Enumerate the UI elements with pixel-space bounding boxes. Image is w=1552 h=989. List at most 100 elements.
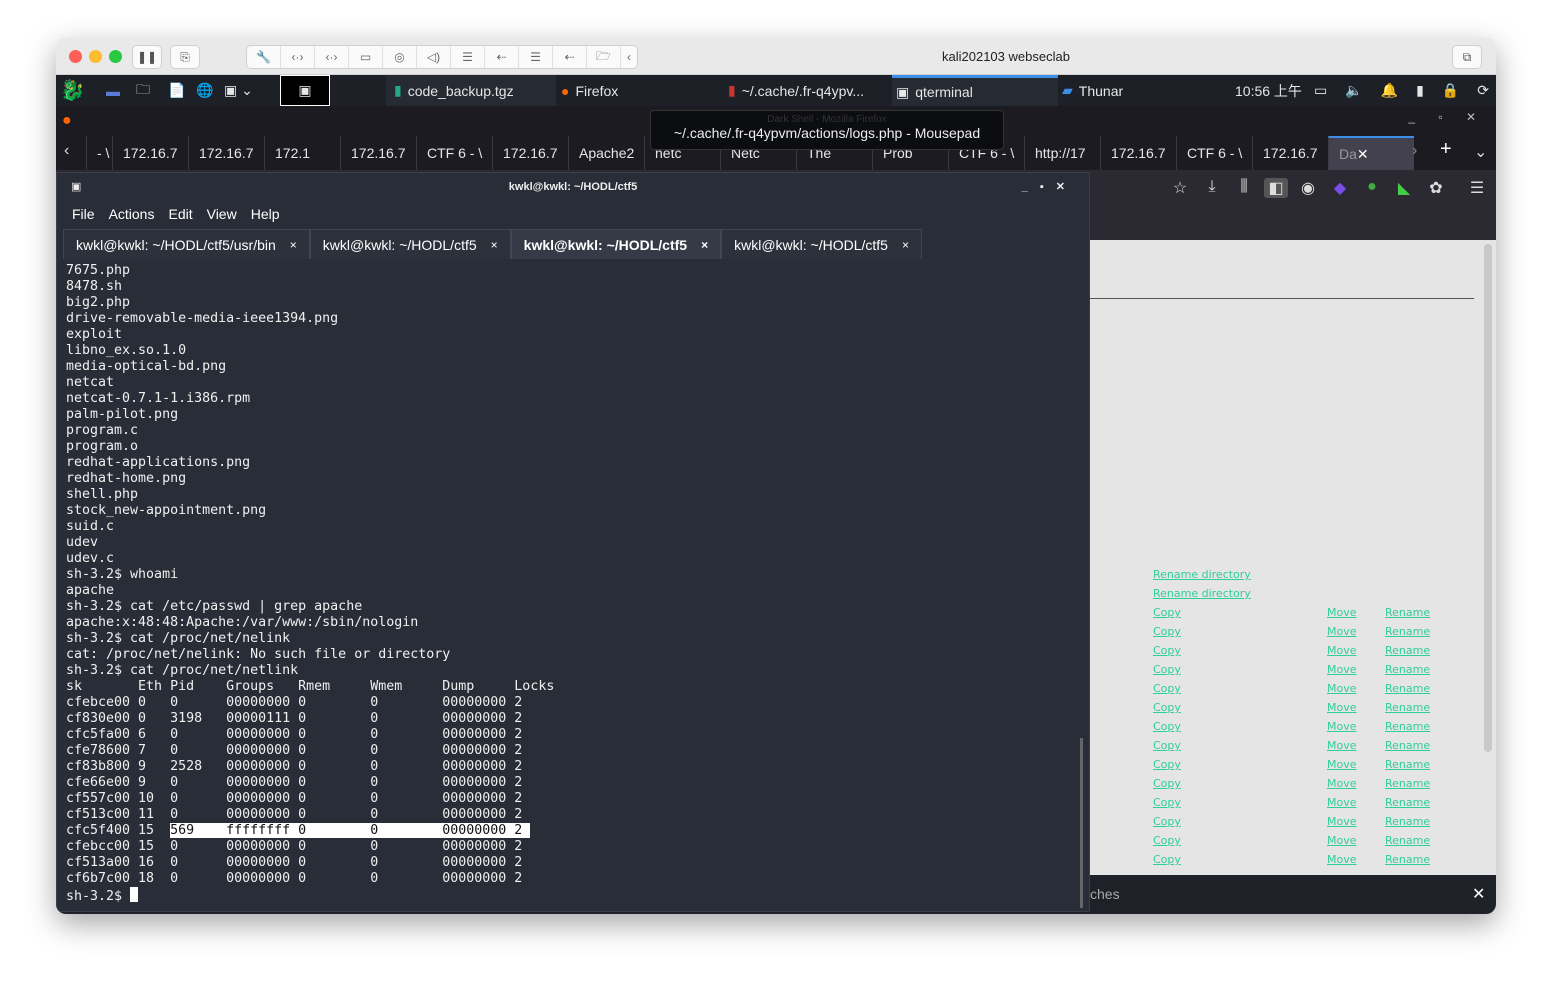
library-icon[interactable]: ⫼: [1232, 178, 1256, 196]
link[interactable]: Copy: [1153, 815, 1181, 828]
link[interactable]: Move: [1327, 777, 1357, 790]
link[interactable]: Rename: [1385, 834, 1430, 847]
task-code-backup[interactable]: ▮ code_backup.tgz: [386, 75, 556, 106]
sound-icon[interactable]: ◁): [417, 46, 451, 68]
browser-tab[interactable]: 172.16.7: [112, 136, 188, 170]
link[interactable]: Rename: [1385, 796, 1430, 809]
link[interactable]: Move: [1327, 834, 1357, 847]
link[interactable]: Rename: [1385, 625, 1430, 638]
menu-edit[interactable]: Edit: [168, 206, 192, 222]
link[interactable]: Rename directory: [1153, 587, 1251, 600]
terminal-tab[interactable]: kwkl@kwkl: ~/HODL/ctf5 ×: [309, 229, 511, 259]
clock[interactable]: 10:56 上午: [1235, 75, 1302, 106]
browser-tab[interactable]: CTF 6 - \: [1176, 136, 1252, 170]
usb-icon[interactable]: ⇠: [553, 46, 587, 68]
snapshot-icon[interactable]: ⎘: [170, 45, 200, 69]
selected-text[interactable]: 569 ffffffff 0 0 00000000 2: [170, 823, 531, 838]
extension-icon[interactable]: ✿: [1424, 178, 1448, 198]
logout-icon[interactable]: ⟳: [1477, 82, 1489, 99]
sidebar-icon[interactable]: ◧: [1264, 178, 1288, 198]
terminal-tab[interactable]: kwkl@kwkl: ~/HODL/ctf5 ×: [510, 229, 722, 259]
storage-icon[interactable]: ☰: [519, 46, 553, 68]
browser-tab[interactable]: 172.16.7: [188, 136, 264, 170]
task-qterminal[interactable]: ▣ qterminal: [892, 75, 1058, 106]
task-thunar[interactable]: ▰ Thunar: [1062, 75, 1123, 106]
link[interactable]: Copy: [1153, 796, 1181, 809]
link[interactable]: Move: [1327, 720, 1357, 733]
minimize-button[interactable]: [89, 50, 102, 63]
maximize-button[interactable]: [109, 50, 122, 63]
extension-icon[interactable]: ●: [1360, 178, 1384, 196]
close-button[interactable]: [69, 50, 82, 63]
files-icon[interactable]: 🗀: [136, 75, 150, 106]
link[interactable]: Rename: [1385, 815, 1430, 828]
browser-tab[interactable]: Da ✕: [1328, 136, 1414, 170]
link[interactable]: Move: [1327, 796, 1357, 809]
display-icon[interactable]: ▭: [1314, 82, 1327, 99]
link[interactable]: Move: [1327, 758, 1357, 771]
camera-icon[interactable]: ◎: [383, 46, 417, 68]
link[interactable]: Rename: [1385, 777, 1430, 790]
browser-tab[interactable]: 172.16.7: [1100, 136, 1176, 170]
link[interactable]: Move: [1327, 815, 1357, 828]
wrench-icon[interactable]: 🔧: [247, 46, 281, 68]
scrollbar[interactable]: [1484, 244, 1492, 752]
link[interactable]: Rename: [1385, 663, 1430, 676]
window-controls[interactable]: _▪✕: [1022, 173, 1077, 201]
browser-tab[interactable]: 172.16.7: [1252, 136, 1324, 170]
volume-icon[interactable]: 🔈: [1345, 82, 1362, 99]
link[interactable]: Copy: [1153, 758, 1181, 771]
close-icon[interactable]: ✕: [1472, 884, 1485, 904]
fullscreen-icon[interactable]: ⧉: [1452, 45, 1482, 69]
link[interactable]: Copy: [1153, 606, 1181, 619]
link[interactable]: Copy: [1153, 720, 1181, 733]
close-tab-icon[interactable]: ✕: [1357, 146, 1369, 163]
link[interactable]: Copy: [1153, 644, 1181, 657]
download-icon[interactable]: ⤓: [1200, 178, 1224, 196]
link[interactable]: Copy: [1153, 834, 1181, 847]
task-firefox[interactable]: ● Firefox: [561, 75, 618, 106]
window-controls[interactable]: _ ▫ ✕: [1408, 110, 1486, 124]
close-tab-icon[interactable]: ×: [491, 238, 498, 252]
folder-share-icon[interactable]: 🗁: [587, 46, 621, 68]
link[interactable]: Move: [1327, 606, 1357, 619]
close-tab-icon[interactable]: ×: [701, 238, 708, 252]
link[interactable]: Rename: [1385, 720, 1430, 733]
link[interactable]: Copy: [1153, 701, 1181, 714]
kali-menu-icon[interactable]: 🐉: [60, 75, 85, 106]
link[interactable]: Copy: [1153, 777, 1181, 790]
link[interactable]: Rename: [1385, 701, 1430, 714]
link[interactable]: Move: [1327, 701, 1357, 714]
pause-icon[interactable]: ❚❚: [132, 45, 162, 69]
link[interactable]: Copy: [1153, 682, 1181, 695]
browser-tab[interactable]: 172.1: [264, 136, 340, 170]
chevron-left-icon[interactable]: ‹: [621, 46, 637, 68]
code-icon[interactable]: ‹·›: [315, 46, 349, 68]
link[interactable]: Move: [1327, 853, 1357, 866]
usb-icon[interactable]: ⇠: [485, 46, 519, 68]
close-tab-icon[interactable]: ×: [902, 238, 909, 252]
link[interactable]: Move: [1327, 644, 1357, 657]
link[interactable]: Copy: [1153, 663, 1181, 676]
terminal-scrollbar[interactable]: [1080, 738, 1083, 908]
terminal-tab[interactable]: kwkl@kwkl: ~/HODL/ctf5/usr/bin ×: [63, 229, 310, 259]
menu-view[interactable]: View: [207, 206, 237, 222]
extension-icon[interactable]: ◣: [1392, 178, 1416, 198]
extension-icon[interactable]: ◆: [1328, 178, 1352, 198]
tab-list-icon[interactable]: ⌄: [1474, 142, 1487, 162]
disk-icon[interactable]: ▭: [349, 46, 383, 68]
task-mousepad[interactable]: ▮ ~/.cache/.fr-q4ypv...: [728, 75, 888, 106]
browser-tab[interactable]: CTF 6 - \: [416, 136, 492, 170]
account-icon[interactable]: ◉: [1296, 178, 1320, 198]
link[interactable]: Move: [1327, 682, 1357, 695]
browser-tab[interactable]: 172.16.7: [492, 136, 568, 170]
lock-icon[interactable]: 🔒: [1442, 82, 1459, 99]
storage-icon[interactable]: ☰: [451, 46, 485, 68]
browser-tab[interactable]: Apache2: [568, 136, 644, 170]
terminal-launcher-icon[interactable]: ▣ ⌄: [224, 75, 253, 106]
browser-icon[interactable]: 🌐: [196, 75, 213, 106]
new-tab-icon[interactable]: +: [1440, 138, 1452, 161]
link[interactable]: Rename: [1385, 853, 1430, 866]
link[interactable]: Move: [1327, 625, 1357, 638]
menu-file[interactable]: File: [72, 206, 95, 222]
